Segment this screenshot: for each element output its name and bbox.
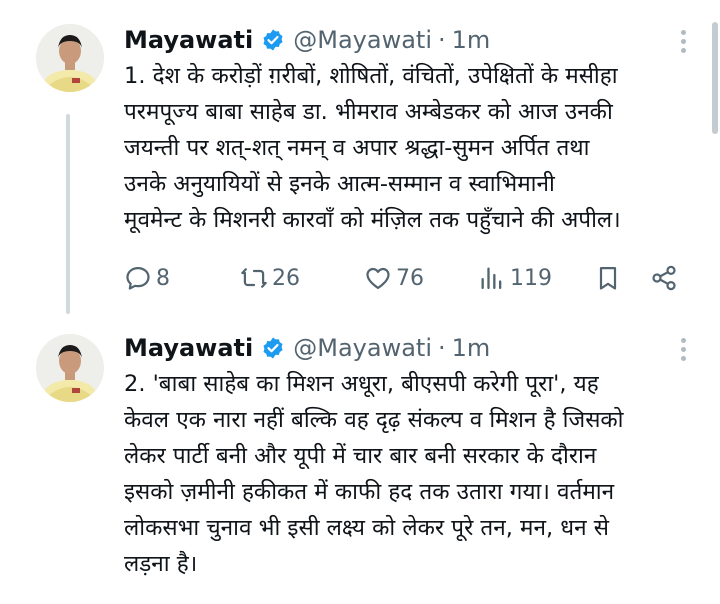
retweet-button[interactable]: 26 — [240, 258, 300, 298]
views-button[interactable]: 119 — [478, 258, 552, 298]
timestamp[interactable]: 1m — [452, 334, 491, 362]
tweet-header: Mayawati @Mayawati · 1m — [124, 330, 490, 366]
avatar[interactable] — [36, 334, 104, 402]
timestamp[interactable]: 1m — [452, 26, 491, 54]
author-handle[interactable]: @Mayawati — [293, 26, 432, 54]
tweet-text: 1. देश के करोड़ों ग़रीबों, शोषितों, वंचि… — [124, 63, 621, 233]
views-icon — [481, 267, 502, 290]
avatar-image — [36, 24, 104, 92]
verified-badge-icon — [261, 336, 285, 360]
like-count: 76 — [396, 265, 424, 291]
bookmark-button[interactable] — [594, 258, 622, 298]
tweet-text: 2. 'बाबा साहेब का मिशन अधूरा, बीएसपी करे… — [124, 371, 624, 577]
tweet-header: Mayawati @Mayawati · 1m — [124, 22, 490, 58]
author-name[interactable]: Mayawati — [124, 26, 253, 54]
reply-icon — [126, 266, 150, 290]
avatar-image — [36, 334, 104, 402]
tweet[interactable]: Mayawati @Mayawati · 1m 2. 'बाबा साहेब क… — [0, 322, 720, 604]
separator-dot: · — [438, 26, 446, 54]
bookmark-icon — [599, 266, 617, 290]
share-icon — [652, 265, 676, 291]
like-button[interactable]: 76 — [364, 258, 424, 298]
avatar[interactable] — [36, 24, 104, 92]
thread-connector-line — [66, 114, 70, 314]
more-options-icon[interactable] — [668, 26, 698, 56]
author-handle[interactable]: @Mayawati — [293, 334, 432, 362]
tweet[interactable]: Mayawati @Mayawati · 1m 1. देश के करोड़ो… — [0, 0, 720, 322]
share-button[interactable] — [650, 258, 678, 298]
verified-badge-icon — [261, 28, 285, 52]
more-options-icon[interactable] — [668, 334, 698, 364]
retweet-icon — [241, 268, 267, 288]
author-name[interactable]: Mayawati — [124, 334, 253, 362]
reply-button[interactable]: 8 — [124, 258, 170, 298]
retweet-count: 26 — [272, 265, 300, 291]
tweet-actions: 8 26 76 119 — [124, 258, 694, 298]
views-count: 119 — [510, 265, 552, 291]
reply-count: 8 — [156, 265, 170, 291]
scrollbar[interactable] — [712, 22, 718, 134]
separator-dot: · — [438, 334, 446, 362]
like-icon — [366, 267, 390, 290]
